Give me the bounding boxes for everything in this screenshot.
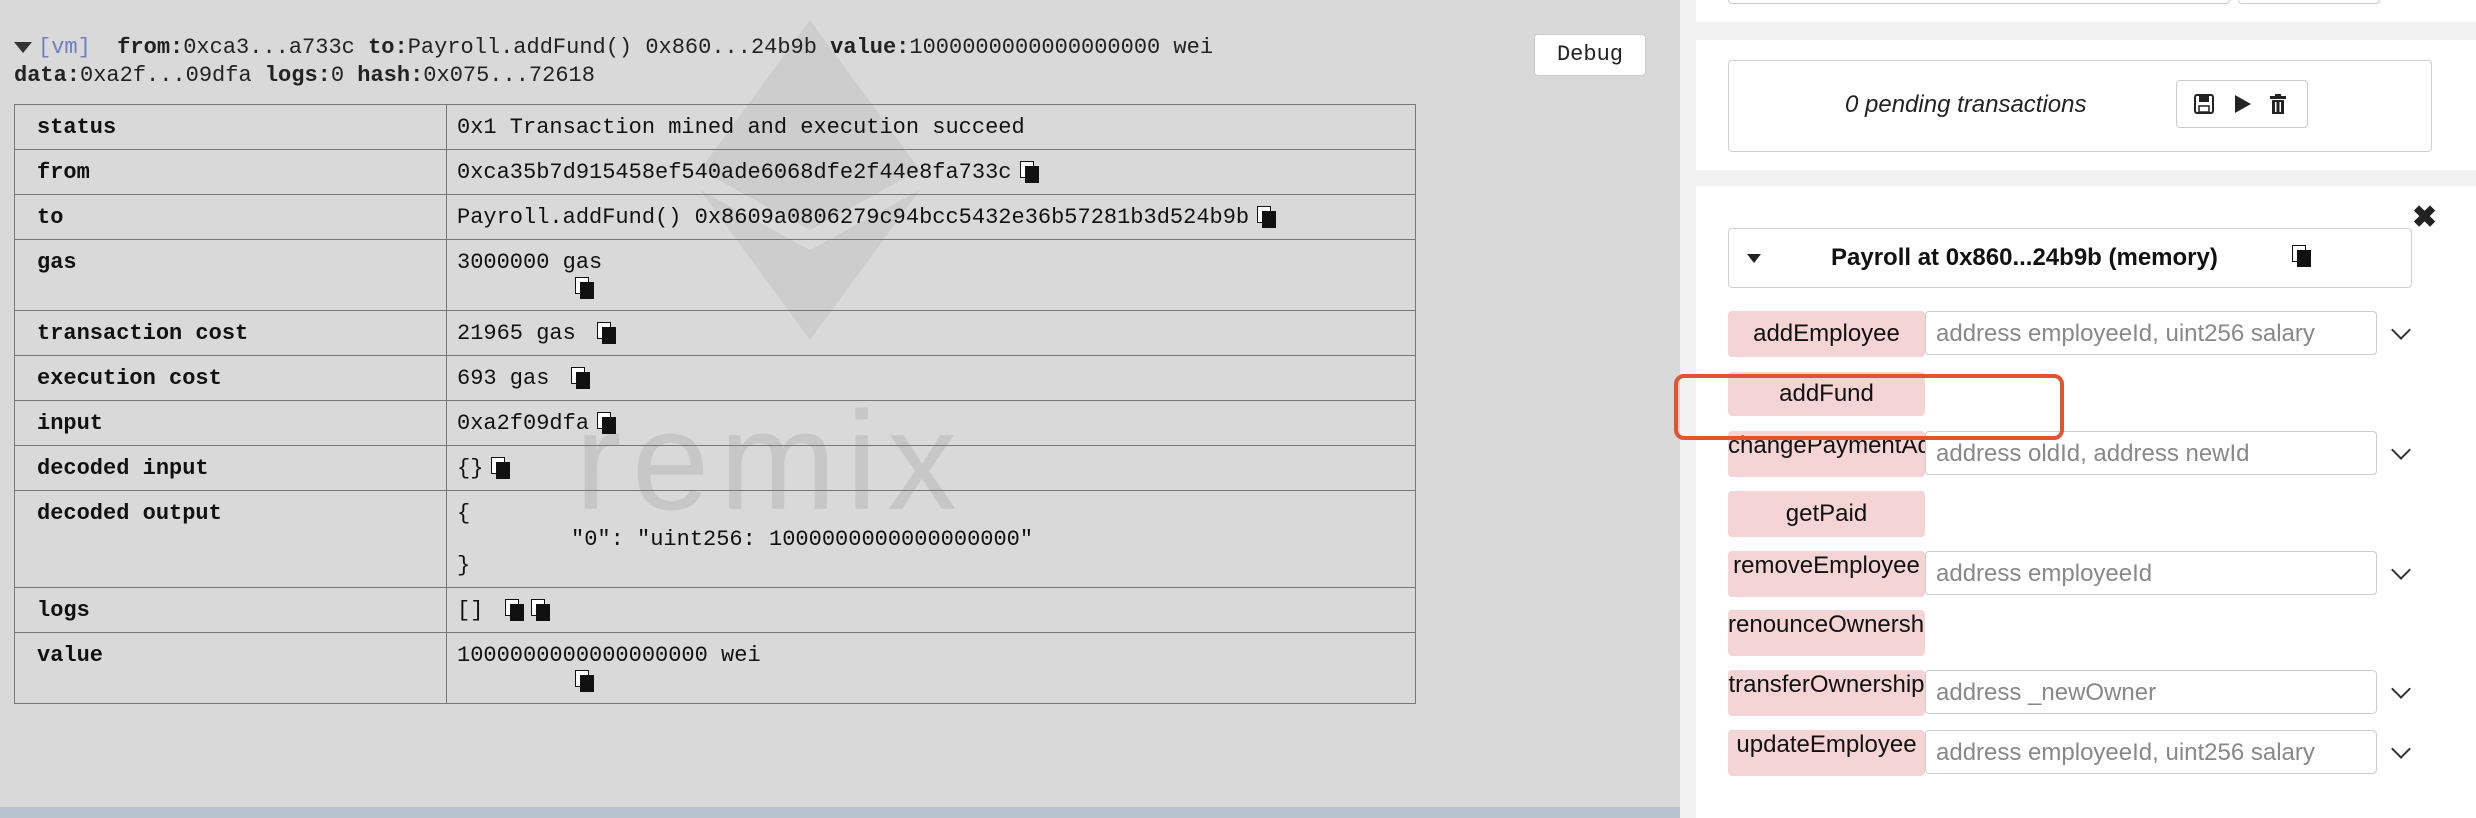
- table-row: decoded input {}: [14, 445, 1416, 491]
- decoded-input-value: {}: [457, 456, 484, 481]
- decoded-output-open: {: [457, 501, 471, 526]
- copy-icon[interactable]: [1019, 161, 1039, 184]
- row-key: gas: [14, 239, 447, 311]
- renounceOwnership-button[interactable]: renounceOwnership: [1728, 610, 1925, 656]
- collapse-caret-icon[interactable]: [14, 41, 32, 53]
- table-row: input 0xa2f09dfa: [14, 400, 1416, 446]
- pending-transactions-box: 0 pending transactions: [1728, 60, 2432, 152]
- copy-address-icon[interactable]: [2292, 245, 2311, 267]
- pending-transactions-text: 0 pending transactions: [1845, 91, 2087, 118]
- execution-cost-value: 693 gas: [457, 366, 550, 391]
- removeEmployee-args-input[interactable]: address employeeId: [1925, 551, 2377, 595]
- value-label: value:: [830, 35, 910, 60]
- row-value: { "0": "uint256: 1000000000000000000"}: [446, 490, 1416, 588]
- copy-icon[interactable]: [504, 599, 524, 622]
- vm-tag: [vm]: [38, 35, 91, 60]
- row-value: 0x1 Transaction mined and execution succ…: [446, 104, 1416, 150]
- terminal-scrollbar[interactable]: [0, 807, 1680, 818]
- save-icon[interactable]: [2193, 93, 2215, 115]
- getPaid-button[interactable]: getPaid: [1728, 491, 1925, 537]
- row-value: 0xa2f09dfa: [446, 400, 1416, 446]
- row-value: 0xca35b7d915458ef540ade6068dfe2f44e8fa73…: [446, 149, 1416, 195]
- table-row: value 1000000000000000000 wei: [14, 632, 1416, 704]
- row-key: to: [14, 194, 447, 240]
- logs-label: logs:: [264, 63, 331, 88]
- value-value: 1000000000000000000 wei: [909, 35, 1214, 60]
- row-value: []: [446, 587, 1416, 633]
- table-row: decoded output { "0": "uint256: 100000000…: [14, 490, 1416, 588]
- account-select-clipped[interactable]: [1728, 0, 2230, 4]
- from-label: from:: [117, 35, 184, 60]
- removeEmployee-button[interactable]: removeEmployee: [1728, 551, 1925, 597]
- table-row: status 0x1 Transaction mined and executi…: [14, 104, 1416, 150]
- updateEmployee-args-input[interactable]: address employeeId, uint256 salary: [1925, 730, 2377, 774]
- copy-icon[interactable]: [597, 412, 617, 435]
- data-value: 0xa2f...09dfa: [80, 63, 252, 88]
- table-row: to Payroll.addFund() 0x8609a0806279c94bc…: [14, 194, 1416, 240]
- to-value: Payroll.addFund() 0x860...24b9b: [407, 35, 817, 60]
- transferOwnership-args-input[interactable]: address _newOwner: [1925, 670, 2377, 714]
- row-key: value: [14, 632, 447, 704]
- terminal-panel: remix [vm] from:0xca3...a733c to:Payroll…: [0, 0, 1680, 818]
- row-key: execution cost: [14, 355, 447, 401]
- transaction-cost-value: 21965 gas: [457, 321, 576, 346]
- trash-icon[interactable]: [2267, 93, 2289, 115]
- hash-label: hash:: [357, 63, 424, 88]
- copy-icon[interactable]: [597, 322, 617, 345]
- logs-value: []: [457, 598, 484, 623]
- from-value: 0xca3...a733c: [183, 35, 355, 60]
- data-label: data:: [14, 63, 81, 88]
- close-instances-icon[interactable]: ✖: [2412, 200, 2437, 235]
- contract-instance-header[interactable]: Payroll at 0x860...24b9b (memory): [1728, 228, 2412, 288]
- to-label: to:: [368, 35, 408, 60]
- row-value: Payroll.addFund() 0x8609a0806279c94bcc54…: [446, 194, 1416, 240]
- hash-value: 0x075...72618: [423, 63, 595, 88]
- copy-icon[interactable]: [1257, 206, 1277, 229]
- row-key: transaction cost: [14, 310, 447, 356]
- pending-actions-group: [2176, 80, 2308, 128]
- row-value: 693 gas: [446, 355, 1416, 401]
- tx-details-table: status 0x1 Transaction mined and executi…: [14, 104, 1416, 704]
- to-address-value: Payroll.addFund() 0x8609a0806279c94bcc54…: [457, 205, 1250, 230]
- row-key: logs: [14, 587, 447, 633]
- copy-icon[interactable]: [530, 599, 550, 622]
- copy-icon[interactable]: [575, 670, 594, 693]
- gas-value: 3000000 gas: [457, 250, 603, 275]
- copy-icon[interactable]: [570, 367, 590, 390]
- play-icon[interactable]: [2231, 93, 2253, 115]
- transferOwnership-button[interactable]: transferOwnership: [1728, 670, 1925, 716]
- contract-instance-title: Payroll at 0x860...24b9b (memory): [1831, 244, 2218, 271]
- copy-icon[interactable]: [491, 457, 511, 480]
- highlight-annotation: [1674, 374, 2064, 440]
- tx-summary-line[interactable]: [vm] from:0xca3...a733c to:Payroll.addFu…: [14, 34, 1213, 90]
- value-input-clipped[interactable]: [2238, 0, 2380, 4]
- logs-value: 0: [330, 63, 345, 88]
- debug-button[interactable]: Debug: [1534, 34, 1646, 76]
- decoded-output-close: }: [457, 553, 471, 578]
- table-row: execution cost 693 gas: [14, 355, 1416, 401]
- row-value: 1000000000000000000 wei: [446, 632, 1416, 704]
- decoded-output-line: "0": "uint256: 1000000000000000000": [571, 527, 1034, 552]
- value-amount: 1000000000000000000 wei: [457, 643, 761, 668]
- row-key: decoded output: [14, 490, 447, 588]
- copy-icon[interactable]: [575, 277, 594, 300]
- status-value: 0x1 Transaction mined and execution succ…: [457, 115, 1025, 140]
- row-key: from: [14, 149, 447, 195]
- from-address-value: 0xca35b7d915458ef540ade6068dfe2f44e8fa73…: [457, 160, 1012, 185]
- row-key: status: [14, 104, 447, 150]
- table-row: from 0xca35b7d915458ef540ade6068dfe2f44e…: [14, 149, 1416, 195]
- row-value: 21965 gas: [446, 310, 1416, 356]
- collapse-triangle-icon[interactable]: [1747, 254, 1761, 263]
- row-key: input: [14, 400, 447, 446]
- updateEmployee-button[interactable]: updateEmployee: [1728, 730, 1925, 776]
- row-key: decoded input: [14, 445, 447, 491]
- addEmployee-button[interactable]: addEmployee: [1728, 311, 1925, 357]
- row-value: {}: [446, 445, 1416, 491]
- addEmployee-args-input[interactable]: address employeeId, uint256 salary: [1925, 311, 2377, 355]
- table-row: transaction cost 21965 gas: [14, 310, 1416, 356]
- row-value: 3000000 gas: [446, 239, 1416, 311]
- table-row: logs []: [14, 587, 1416, 633]
- input-value: 0xa2f09dfa: [457, 411, 590, 436]
- table-row: gas 3000000 gas: [14, 239, 1416, 311]
